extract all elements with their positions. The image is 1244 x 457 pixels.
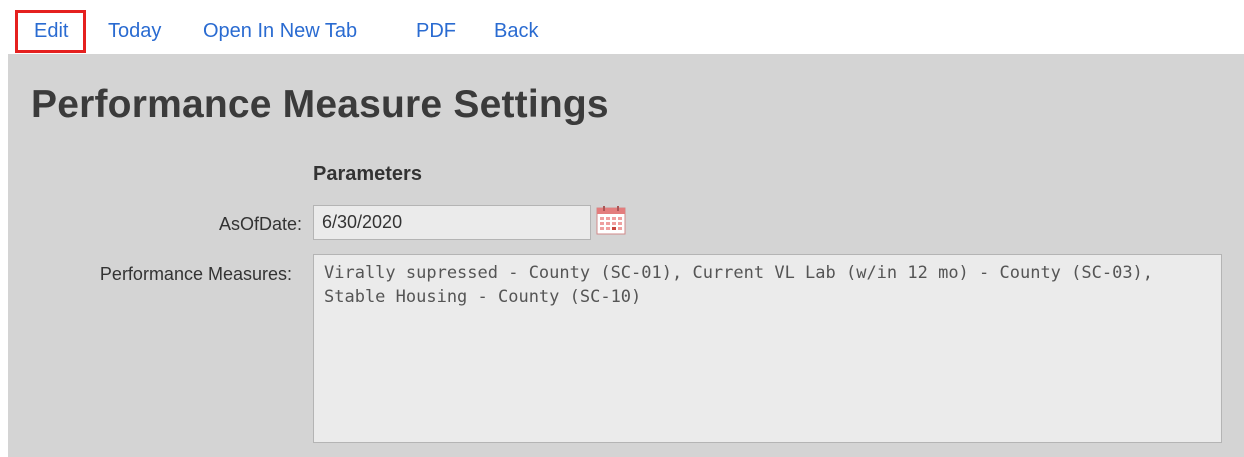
open-in-new-tab-link[interactable]: Open In New Tab	[203, 19, 357, 43]
parameters-heading: Parameters	[313, 163, 422, 185]
performance-measures-textarea[interactable]: Virally supressed - County (SC-01), Curr…	[313, 254, 1222, 443]
calendar-icon[interactable]	[596, 205, 627, 236]
pdf-link[interactable]: PDF	[416, 19, 456, 43]
performance-measures-label: Performance Measures:	[99, 264, 292, 284]
page-title: Performance Measure Settings	[31, 83, 609, 126]
as-of-date-label: AsOfDate:	[218, 214, 302, 234]
today-link[interactable]: Today	[108, 19, 161, 43]
back-link[interactable]: Back	[494, 19, 538, 43]
edit-link[interactable]: Edit	[34, 19, 68, 43]
toolbar: Edit Today Open In New Tab PDF Back	[0, 0, 1244, 54]
as-of-date-input[interactable]	[313, 205, 591, 240]
